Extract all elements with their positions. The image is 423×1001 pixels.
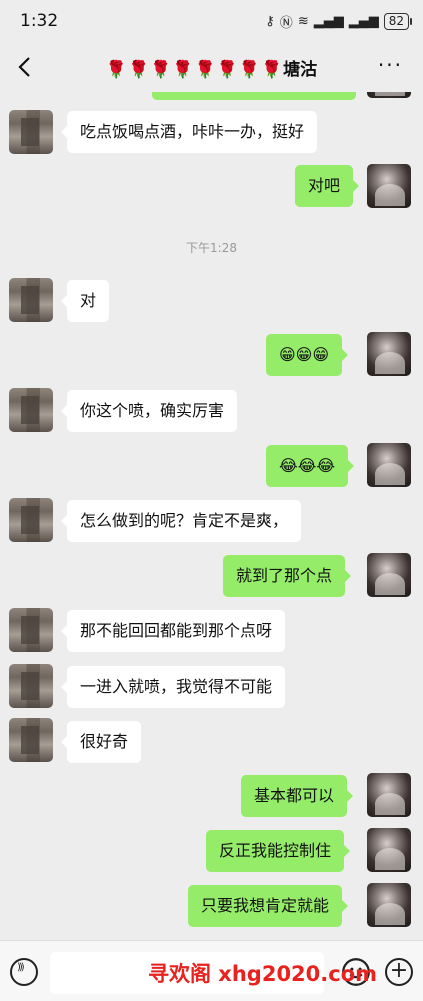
avatar-self[interactable] (367, 164, 411, 208)
wifi-icon: ≋ (297, 14, 309, 29)
watermark: 寻欢阁 xhg2020.com (148, 962, 378, 986)
avatar-self[interactable] (367, 828, 411, 872)
plus-icon[interactable]: + (385, 958, 413, 986)
avatar-self[interactable] (367, 332, 411, 376)
signal-icon: ▂▄▆ (313, 14, 344, 29)
message-bubble-right[interactable]: 基本都可以 (241, 775, 354, 817)
chat-title: 🌹🌹🌹🌹🌹🌹🌹🌹塘沽 (0, 55, 423, 80)
avatar-self[interactable] (367, 883, 411, 927)
message-bubble-left[interactable]: 那不能回回都能到那个点呀 (60, 610, 286, 652)
message-bubble-left[interactable]: 很好奇 (60, 721, 142, 763)
avatar-contact[interactable] (9, 498, 53, 542)
battery-icon: 82 (383, 13, 413, 30)
more-options-icon[interactable]: ··· (378, 53, 403, 77)
avatar-self[interactable] (367, 443, 411, 487)
status-time: 1:32 (20, 11, 59, 31)
signal-icon-2: ▂▄▆ (348, 14, 379, 29)
voice-icon[interactable] (10, 958, 38, 986)
status-icons: ⚷ Ⓝ ≋ ▂▄▆ ▂▄▆ 82 (265, 12, 413, 31)
message-bubble-left[interactable]: 一进入就喷，我觉得不可能 (60, 666, 286, 708)
avatar-contact[interactable] (9, 664, 53, 708)
message-bubble-right[interactable]: 只要我想肯定就能 (188, 885, 349, 927)
message-bubble-partial (152, 92, 356, 100)
message-bubble-right[interactable]: 😁😁😁 (266, 334, 349, 376)
avatar-contact[interactable] (9, 718, 53, 762)
message-bubble-left[interactable]: 怎么做到的呢？肯定不是爽， (60, 500, 302, 542)
avatar-self[interactable] (367, 92, 411, 98)
contact-name: 塘沽 (283, 60, 318, 80)
avatar-contact[interactable] (9, 110, 53, 154)
message-bubble-right[interactable]: 反正我能控制住 (206, 830, 351, 872)
message-bubble-left[interactable]: 对 (60, 280, 110, 322)
message-bubble-left[interactable]: 吃点饭喝点酒，咔咔一办，挺好 (60, 111, 318, 153)
chat-area[interactable]: 吃点饭喝点酒，咔咔一办，挺好 对吧 下午1:28 对 😁😁😁 你这个喷，确实厉害… (0, 92, 423, 940)
avatar-self[interactable] (367, 553, 411, 597)
avatar-self[interactable] (367, 773, 411, 817)
rose-icons: 🌹🌹🌹🌹🌹🌹🌹🌹 (105, 60, 284, 80)
message-bubble-right[interactable]: 😂😂😂 (266, 445, 355, 487)
message-bubble-right[interactable]: 对吧 (295, 165, 360, 207)
avatar-contact[interactable] (9, 608, 53, 652)
nfc-icon: Ⓝ (279, 16, 293, 31)
chat-header: 🌹🌹🌹🌹🌹🌹🌹🌹塘沽 ··· (0, 42, 423, 92)
status-bar: 1:32 ⚷ Ⓝ ≋ ▂▄▆ ▂▄▆ 82 (0, 0, 423, 42)
key-icon: ⚷ (265, 14, 275, 29)
message-bubble-left[interactable]: 你这个喷，确实厉害 (60, 390, 238, 432)
message-bubble-right[interactable]: 就到了那个点 (223, 555, 352, 597)
avatar-contact[interactable] (9, 278, 53, 322)
timestamp: 下午1:28 (186, 241, 237, 255)
avatar-contact[interactable] (9, 388, 53, 432)
